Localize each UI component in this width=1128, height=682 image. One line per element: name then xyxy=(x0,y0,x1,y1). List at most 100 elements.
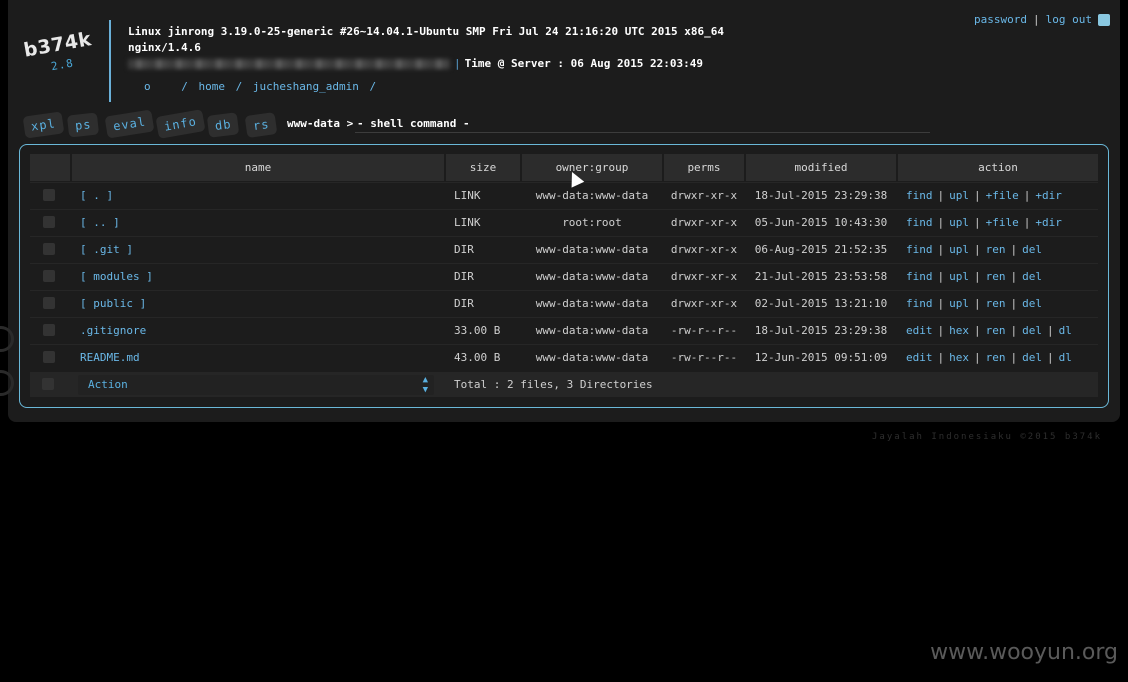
action-link-del[interactable]: del xyxy=(1022,270,1042,283)
action-link-find[interactable]: find xyxy=(906,297,933,310)
logout-link[interactable]: log out xyxy=(1046,13,1092,26)
action-separator: | xyxy=(937,323,945,337)
action-separator: | xyxy=(1047,350,1054,364)
file-perms: -rw-r--r-- xyxy=(670,350,738,364)
action-link-find[interactable]: find xyxy=(906,243,933,256)
path-separator: / xyxy=(181,80,188,93)
action-separator: | xyxy=(974,188,981,202)
action-separator: | xyxy=(1047,323,1054,337)
action-link-ren[interactable]: ren xyxy=(986,351,1006,364)
tab-db[interactable]: db xyxy=(206,112,240,138)
file-size: DIR xyxy=(454,242,474,256)
action-link-find[interactable]: find xyxy=(906,189,933,202)
action-separator: | xyxy=(974,215,981,229)
row-actions: edit | hex | ren | del | dl xyxy=(906,317,1072,343)
file-name[interactable]: [ public ] xyxy=(80,290,440,316)
header-modified[interactable]: modified xyxy=(746,154,896,181)
action-link-ren[interactable]: ren xyxy=(986,270,1006,283)
header-owner[interactable]: owner:group xyxy=(522,154,662,181)
row-actions: find | upl | +file | +dir xyxy=(906,209,1062,235)
file-size: LINK xyxy=(454,215,481,229)
action-link-hex[interactable]: hex xyxy=(949,324,969,337)
shell-prompt: www-data > xyxy=(287,117,354,130)
action-link-edit[interactable]: edit xyxy=(906,351,933,364)
theme-toggle-icon[interactable] xyxy=(1098,13,1110,26)
breadcrumb: o / home / jucheshang_admin / xyxy=(144,80,380,93)
server-time-text: Time @ Server : 06 Aug 2015 22:03:49 xyxy=(464,57,704,70)
action-link-file[interactable]: +file xyxy=(986,216,1019,229)
row-actions: find | upl | ren | del xyxy=(906,290,1042,316)
action-separator: | xyxy=(1010,323,1018,337)
action-link-find[interactable]: find xyxy=(906,270,933,283)
action-separator: | xyxy=(974,323,981,337)
file-name[interactable]: .gitignore xyxy=(80,317,440,343)
total-summary: Total : 2 files, 3 Directories xyxy=(454,378,653,391)
row-actions: edit | hex | ren | del | dl xyxy=(906,344,1072,370)
action-link-del[interactable]: del xyxy=(1022,351,1042,364)
action-separator: | xyxy=(937,215,945,229)
path-segment-home[interactable]: home xyxy=(199,80,226,93)
file-name[interactable]: README.md xyxy=(80,344,440,370)
shell-command-input[interactable] xyxy=(355,114,930,133)
action-link-ren[interactable]: ren xyxy=(986,243,1006,256)
file-name[interactable]: [ . ] xyxy=(80,182,440,208)
path-separator: / xyxy=(235,80,243,93)
file-size: LINK xyxy=(454,188,481,202)
action-link-upl[interactable]: upl xyxy=(949,189,969,202)
row-checkbox[interactable] xyxy=(43,209,55,235)
server-software-text: nginx/1.4.6 xyxy=(128,41,201,54)
select-all-header xyxy=(30,154,70,181)
action-link-find[interactable]: find xyxy=(906,216,933,229)
tab-ps[interactable]: ps xyxy=(66,112,100,138)
row-checkbox[interactable] xyxy=(43,182,55,208)
file-modified: 06-Aug-2015 21:52:35 xyxy=(754,242,888,256)
action-link-edit[interactable]: edit xyxy=(906,324,933,337)
tab-rs[interactable]: rs xyxy=(244,111,278,139)
action-link-dir[interactable]: +dir xyxy=(1035,216,1062,229)
row-checkbox[interactable] xyxy=(43,263,55,289)
action-select[interactable]: Action ▲ ▼ xyxy=(78,375,434,395)
path-root-link[interactable]: o xyxy=(144,80,151,93)
file-size: DIR xyxy=(454,296,474,310)
path-separator: / xyxy=(369,80,377,93)
action-separator: | xyxy=(974,269,981,283)
row-checkbox[interactable] xyxy=(43,317,55,343)
file-perms: -rw-r--r-- xyxy=(670,323,738,337)
action-link-del[interactable]: del xyxy=(1022,297,1042,310)
action-separator: | xyxy=(937,350,945,364)
footer-checkbox[interactable] xyxy=(42,378,54,390)
action-link-del[interactable]: del xyxy=(1022,243,1042,256)
action-link-dl[interactable]: dl xyxy=(1059,324,1072,337)
file-owner: root:root xyxy=(562,215,622,229)
action-link-upl[interactable]: upl xyxy=(949,243,969,256)
password-link[interactable]: password xyxy=(974,13,1027,26)
action-link-upl[interactable]: upl xyxy=(949,297,969,310)
header-size[interactable]: size xyxy=(446,154,520,181)
action-link-dl[interactable]: dl xyxy=(1059,351,1072,364)
action-link-ren[interactable]: ren xyxy=(986,324,1006,337)
file-perms: drwxr-xr-x xyxy=(670,242,738,256)
action-link-upl[interactable]: upl xyxy=(949,216,969,229)
row-checkbox[interactable] xyxy=(43,290,55,316)
watermark: www.wooyun.org xyxy=(930,640,1118,665)
row-checkbox[interactable] xyxy=(43,344,55,370)
action-separator: | xyxy=(1010,350,1018,364)
file-owner: www-data:www-data xyxy=(535,269,649,283)
row-checkbox[interactable] xyxy=(43,236,55,262)
action-separator: | xyxy=(974,350,981,364)
action-link-hex[interactable]: hex xyxy=(949,351,969,364)
path-segment-current[interactable]: jucheshang_admin xyxy=(253,80,359,93)
file-name[interactable]: [ modules ] xyxy=(80,263,440,289)
file-perms: drwxr-xr-x xyxy=(670,269,738,283)
action-link-dir[interactable]: +dir xyxy=(1035,189,1062,202)
action-link-del[interactable]: del xyxy=(1022,324,1042,337)
header-name[interactable]: name xyxy=(72,154,444,181)
file-name[interactable]: [ .git ] xyxy=(80,236,440,262)
file-name[interactable]: [ .. ] xyxy=(80,209,440,235)
action-link-file[interactable]: +file xyxy=(986,189,1019,202)
header-perms[interactable]: perms xyxy=(664,154,744,181)
action-separator: | xyxy=(937,188,945,202)
uname-text: Linux jinrong 3.19.0-25-generic #26~14.0… xyxy=(128,25,725,38)
action-link-upl[interactable]: upl xyxy=(949,270,969,283)
action-link-ren[interactable]: ren xyxy=(986,297,1006,310)
